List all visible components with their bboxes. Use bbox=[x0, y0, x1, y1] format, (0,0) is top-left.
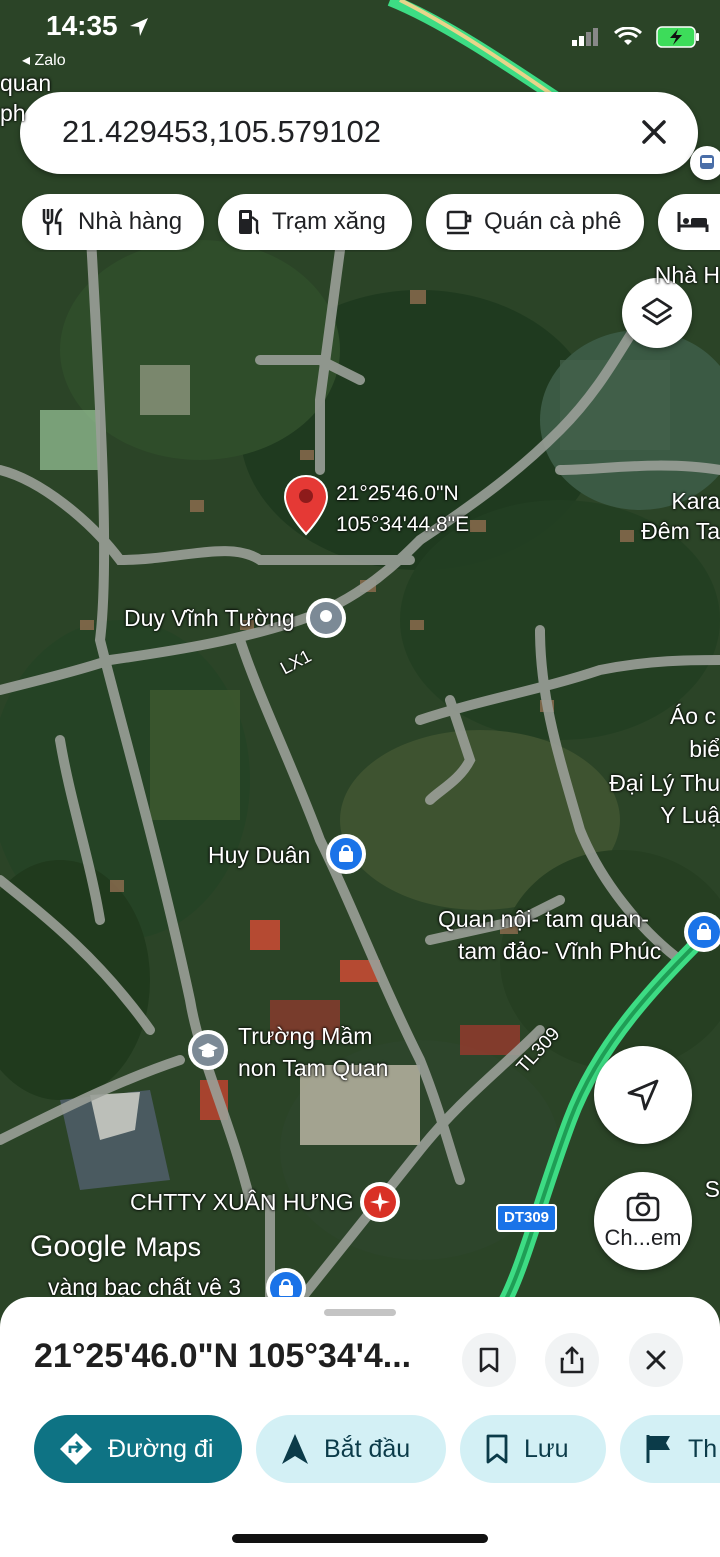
place-label-quan-noi-2[interactable]: tam đảo- Vĩnh Phúc bbox=[458, 938, 661, 965]
cellular-signal-icon bbox=[572, 28, 598, 46]
directions-icon bbox=[60, 1433, 92, 1465]
school-icon[interactable] bbox=[186, 1028, 230, 1076]
flag-icon bbox=[646, 1435, 670, 1463]
save-label: Lưu bbox=[524, 1434, 569, 1463]
map-label-kara: Kara bbox=[671, 488, 720, 514]
chip-gas-station[interactable]: Trạm xăng bbox=[218, 194, 412, 250]
system-icons bbox=[572, 26, 700, 48]
coffee-icon bbox=[446, 210, 472, 235]
map-label-bie: biể bbox=[689, 736, 720, 762]
action-buttons: Đường đi Bắt đầu Lưu Th bbox=[34, 1415, 720, 1485]
pin-longitude-label: 105°34'44.8"E bbox=[336, 513, 470, 536]
clear-search-icon[interactable] bbox=[636, 114, 672, 150]
save-button[interactable]: Lưu bbox=[460, 1415, 606, 1483]
map-label-nha-h: Nhà H bbox=[654, 262, 720, 288]
start-button[interactable]: Bắt đầu bbox=[256, 1415, 446, 1483]
chip-label: Quán cà phê bbox=[484, 208, 622, 235]
camera-button-label: Ch...em bbox=[604, 1225, 682, 1250]
road-shield-dt309: DT309 bbox=[496, 1204, 558, 1232]
map-label-s: S bbox=[704, 1176, 720, 1202]
map-label-ao: Áo c bbox=[669, 703, 716, 729]
save-icon-button[interactable] bbox=[462, 1333, 516, 1387]
chip-hotel[interactable] bbox=[658, 194, 720, 250]
label-button[interactable]: Th bbox=[620, 1415, 720, 1483]
search-bar[interactable]: 21.429453,105.579102 bbox=[20, 92, 698, 174]
location-arrow-icon bbox=[130, 18, 148, 36]
transit-icon[interactable] bbox=[690, 146, 720, 180]
chip-restaurant[interactable]: Nhà hàng bbox=[22, 194, 204, 250]
map-label-y-lua: Y Luậ bbox=[660, 802, 720, 828]
place-marker-icon[interactable] bbox=[304, 596, 348, 644]
pin-latitude-label: 21°25'46.0"N bbox=[336, 482, 459, 505]
place-label-huy-duan[interactable]: Huy Duân bbox=[208, 842, 310, 869]
restaurant-icon bbox=[42, 207, 63, 235]
battery-charging-icon bbox=[656, 26, 699, 48]
chip-label: Nhà hàng bbox=[78, 208, 183, 235]
back-to-app-link[interactable]: ◂ Zalo bbox=[22, 50, 66, 70]
navigation-arrow-icon bbox=[627, 1079, 659, 1111]
close-icon bbox=[646, 1350, 666, 1370]
gas-station-icon bbox=[239, 210, 260, 235]
map-label-dem-ta: Đêm Ta bbox=[641, 518, 720, 544]
sheet-drag-handle[interactable] bbox=[324, 1309, 396, 1316]
map-label-quan: quan bbox=[0, 70, 52, 96]
location-pin-icon[interactable] bbox=[283, 474, 329, 536]
place-label-duy-vinh-tuong[interactable]: Duy Vĩnh Tường bbox=[124, 605, 295, 632]
map-label-ph: ph bbox=[0, 100, 26, 126]
search-input[interactable]: 21.429453,105.579102 bbox=[62, 114, 381, 150]
place-label-truong-mam-non-1[interactable]: Trường Mầm bbox=[238, 1023, 372, 1050]
shopping-bag-icon[interactable] bbox=[324, 832, 368, 880]
place-label-chtty[interactable]: CHTTY XUÂN HƯNG bbox=[130, 1189, 354, 1216]
category-chips: Nhà hàng Trạm xăng Quán cà phê bbox=[22, 194, 720, 252]
camera-icon bbox=[626, 1192, 660, 1222]
layers-icon bbox=[641, 297, 673, 326]
chip-label: Trạm xăng bbox=[272, 208, 386, 235]
status-time: 14:35 bbox=[46, 10, 118, 41]
hotel-icon bbox=[677, 212, 709, 232]
status-bar: 14:35 ◂ Zalo bbox=[0, 0, 720, 70]
maps-logo-text: Maps bbox=[135, 1232, 202, 1262]
map-label-dai-ly: Đại Lý Thu bbox=[609, 770, 720, 796]
place-label-quan-noi-1[interactable]: Quan nội- tam quan- bbox=[438, 906, 649, 933]
directions-label: Đường đi bbox=[108, 1434, 214, 1463]
home-indicator[interactable] bbox=[232, 1534, 488, 1543]
bookmark-icon bbox=[486, 1434, 508, 1464]
start-label: Bắt đầu bbox=[324, 1434, 411, 1463]
share-button[interactable] bbox=[545, 1333, 599, 1387]
google-logo-text: Google bbox=[30, 1230, 127, 1263]
recenter-button[interactable] bbox=[594, 1046, 692, 1144]
shopping-bag-icon[interactable] bbox=[682, 910, 720, 958]
directions-button[interactable]: Đường đi bbox=[34, 1415, 242, 1483]
place-title: 21°25'46.0"N 105°34'4... bbox=[34, 1337, 412, 1375]
place-bottom-sheet[interactable]: 21°25'46.0"N 105°34'4... Đường đi Bắt đầ… bbox=[0, 1297, 720, 1557]
chip-coffee[interactable]: Quán cà phê bbox=[426, 194, 644, 250]
bookmark-icon bbox=[479, 1347, 499, 1373]
place-label-truong-mam-non-2[interactable]: non Tam Quan bbox=[238, 1055, 388, 1082]
label-button-label: Th bbox=[688, 1434, 718, 1463]
camera-button[interactable]: Ch...em bbox=[594, 1172, 692, 1270]
share-icon bbox=[560, 1346, 584, 1374]
close-sheet-button[interactable] bbox=[629, 1333, 683, 1387]
google-maps-logo: Google Maps bbox=[30, 1230, 201, 1264]
pharmacy-icon[interactable] bbox=[358, 1180, 402, 1228]
navigation-arrow-icon bbox=[282, 1434, 308, 1464]
wifi-icon bbox=[614, 27, 642, 45]
